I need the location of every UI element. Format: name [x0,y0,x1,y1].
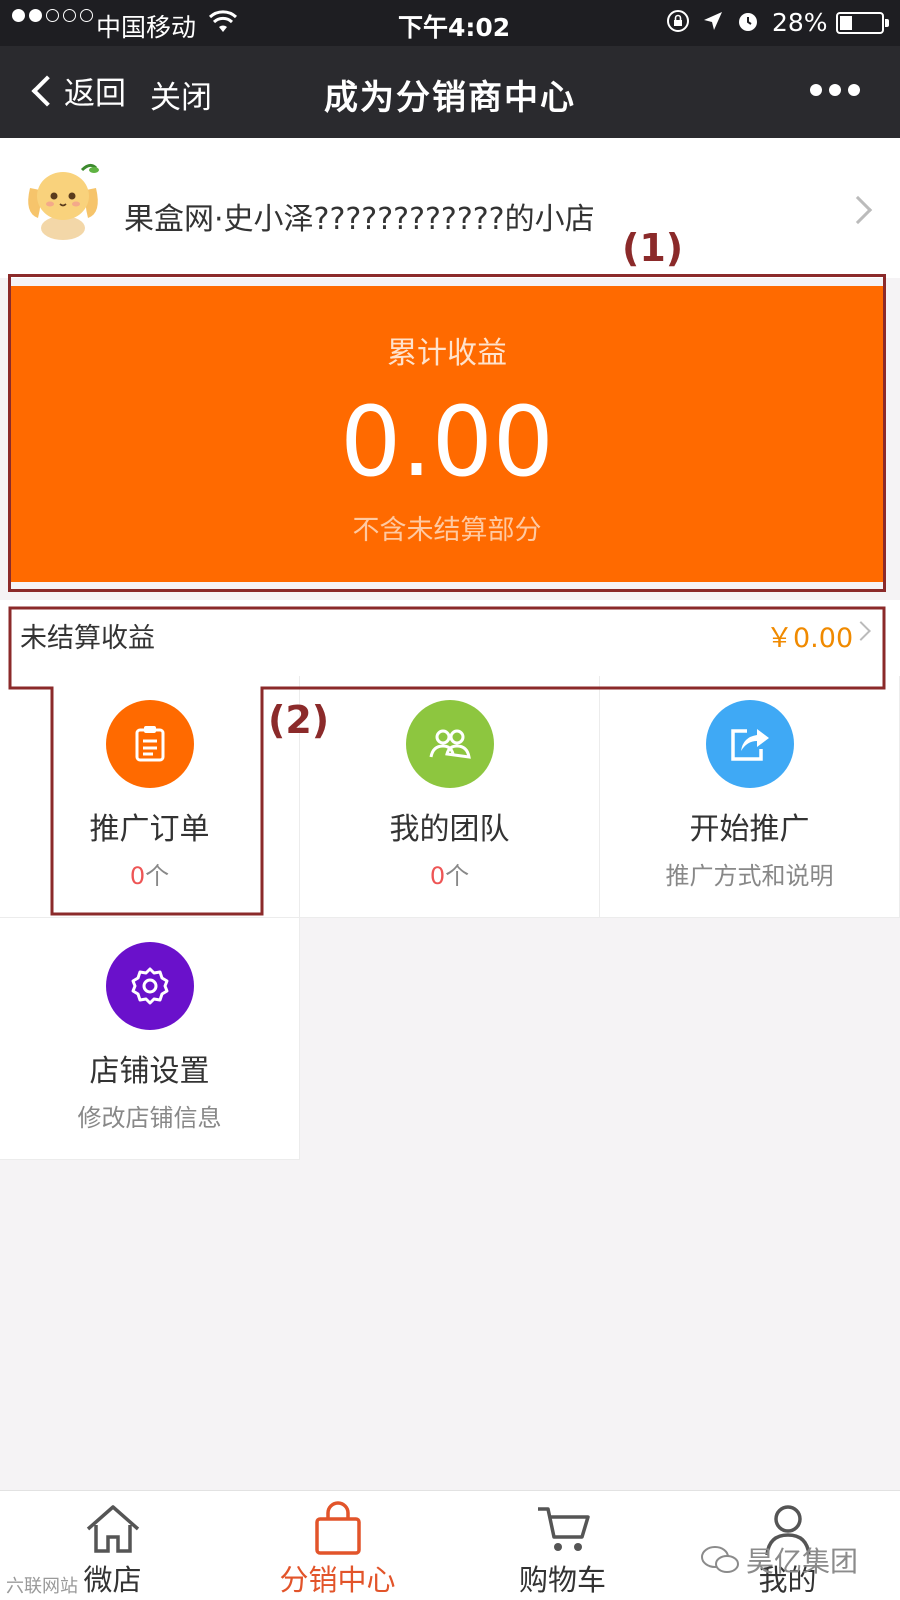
annotation-label-2: (2) [268,698,330,742]
tab-label: 分销中心 [279,1563,396,1597]
home-icon [86,1505,140,1553]
watermark-text: 昊亿集团 [746,1545,859,1578]
annotation-box-2 [8,606,886,916]
bag-icon [315,1501,361,1555]
cart-icon [538,1507,590,1551]
watermark-left: 六联网站 [6,1576,78,1597]
tab-distribution-center[interactable]: 分销中心 [225,1491,450,1600]
wechat-icon [701,1546,739,1573]
tab-label: 购物车 [518,1563,606,1597]
tab-cart[interactable]: 购物车 [450,1491,675,1600]
watermark: 昊亿集团 [700,1540,858,1580]
